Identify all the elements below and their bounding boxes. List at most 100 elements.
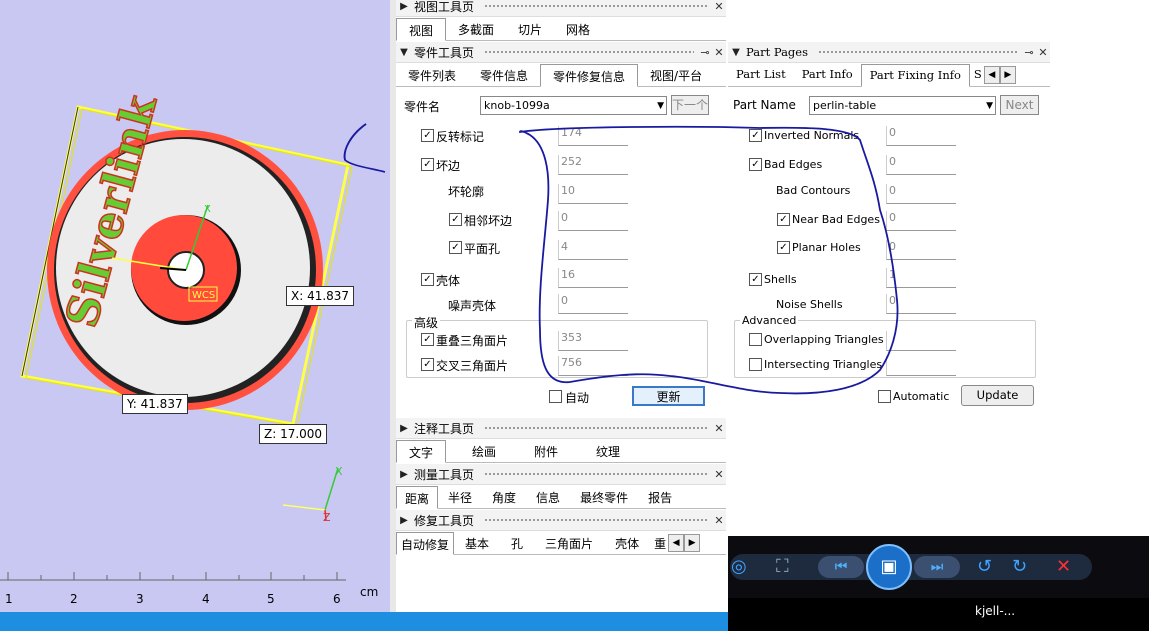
dropdown-arrow-icon: ▼ xyxy=(657,101,664,111)
next-part-button[interactable]: 下一个 xyxy=(671,95,709,115)
tab-triangles[interactable]: 三角面片 xyxy=(534,532,604,554)
close-icon[interactable]: ✕ xyxy=(1036,46,1050,59)
part-name-select[interactable]: knob-1099a ▼ xyxy=(480,96,667,115)
tab-part-info[interactable]: 零件信息 xyxy=(468,64,540,86)
tab-multi-section[interactable]: 多截面 xyxy=(446,18,506,40)
close-icon[interactable]: ✕ xyxy=(712,422,726,435)
update-button[interactable]: 更新 xyxy=(632,386,705,406)
expand-arrow-icon[interactable]: ▶ xyxy=(396,423,412,434)
close-icon[interactable]: ✕ xyxy=(712,0,726,13)
tab-part-list[interactable]: 零件列表 xyxy=(396,64,468,86)
3d-viewport[interactable]: Silverlink X WCS X Z X: 41.837 Y: 41.837… xyxy=(0,0,391,612)
rotate-left-icon[interactable]: ↺ xyxy=(977,556,992,577)
tab-scroll-left-icon[interactable]: ◀ xyxy=(668,534,685,552)
tab-holes[interactable]: 孔 xyxy=(500,532,534,554)
tab-mesh[interactable]: 网格 xyxy=(554,18,602,40)
auto-label: 自动 xyxy=(565,391,590,405)
collapse-arrow-icon[interactable]: ▼ xyxy=(396,47,412,58)
bad-edges-checkbox[interactable]: ✓ xyxy=(421,158,434,171)
tab-distance[interactable]: 距离 xyxy=(396,486,439,509)
automatic-label: Automatic xyxy=(893,390,950,403)
near-bad-edges-checkbox[interactable]: ✓ xyxy=(777,213,790,226)
close-icon[interactable]: ✕ xyxy=(712,468,726,481)
tab-part-info[interactable]: Part Info xyxy=(794,64,861,86)
taskbar-window-label[interactable]: kjell-... xyxy=(975,604,1015,618)
tab-scroll-right-icon[interactable]: ▶ xyxy=(999,66,1016,84)
previous-button[interactable]: ⏮ xyxy=(818,556,864,578)
slideshow-button[interactable]: ▣ xyxy=(866,544,912,590)
tab-slice[interactable]: 切片 xyxy=(506,18,554,40)
row-label: 壳体 xyxy=(436,274,461,288)
planar-holes-checkbox[interactable]: ✓ xyxy=(777,241,790,254)
pin-icon[interactable]: ⊸ xyxy=(1022,46,1036,59)
tab-final-part[interactable]: 最终零件 xyxy=(570,486,638,508)
advanced-title: Advanced xyxy=(740,314,799,327)
tab-part-fixing-info[interactable]: 零件修复信息 xyxy=(540,64,639,87)
tab-report[interactable]: 报告 xyxy=(638,486,682,508)
tab-more[interactable]: S xyxy=(970,64,984,86)
overlapping-triangles-checkbox[interactable] xyxy=(749,333,762,346)
pin-icon[interactable]: ⊸ xyxy=(698,46,712,59)
coord-x-label: X: 41.837 xyxy=(286,286,355,306)
expand-arrow-icon[interactable]: ▶ xyxy=(396,469,412,480)
row-label: Bad Contours xyxy=(776,184,851,197)
tab-radius[interactable]: 半径 xyxy=(438,486,482,508)
view-mode-icon[interactable]: ◎ xyxy=(731,556,747,577)
tab-texture[interactable]: 纹理 xyxy=(570,440,632,462)
svg-text:Z: Z xyxy=(323,511,331,524)
update-button[interactable]: Update xyxy=(961,385,1034,406)
tab-scroll-right-icon[interactable]: ▶ xyxy=(684,534,701,552)
row-label: 坏轮廓 xyxy=(448,185,485,199)
view-tools-header[interactable]: ▶ 视图工具页 ✕ xyxy=(396,0,726,17)
row-value: 0 xyxy=(558,211,628,231)
repair-tools-header[interactable]: ▶ 修复工具页 ✕ xyxy=(396,510,726,531)
annotation-tools-header[interactable]: ▶ 注释工具页 ✕ xyxy=(396,418,726,439)
intersecting-triangles-checkbox[interactable]: ✓ xyxy=(421,358,434,371)
svg-text:X: X xyxy=(204,204,211,215)
tab-draw[interactable]: 绘画 xyxy=(446,440,508,462)
collapse-arrow-icon[interactable]: ▼ xyxy=(728,47,744,58)
near-bad-edges-checkbox[interactable]: ✓ xyxy=(449,213,462,226)
bad-edges-checkbox[interactable]: ✓ xyxy=(749,158,762,171)
tab-angle[interactable]: 角度 xyxy=(482,486,526,508)
overlapping-triangles-checkbox[interactable]: ✓ xyxy=(421,333,434,346)
rotate-right-icon[interactable]: ↻ xyxy=(1012,556,1027,577)
tab-scroll-left-icon[interactable]: ◀ xyxy=(983,66,1000,84)
shells-checkbox[interactable]: ✓ xyxy=(749,273,762,286)
expand-arrow-icon[interactable]: ▶ xyxy=(396,515,412,526)
svg-text:WCS: WCS xyxy=(192,290,215,301)
next-part-button[interactable]: Next xyxy=(1000,95,1039,115)
ruler-label: 2 xyxy=(70,592,78,606)
tab-view-platform[interactable]: 视图/平台 xyxy=(638,64,714,86)
part-pages-header[interactable]: ▼ Part Pages ⊸ ✕ xyxy=(728,42,1050,63)
tab-attachment[interactable]: 附件 xyxy=(508,440,570,462)
tab-shells[interactable]: 壳体 xyxy=(604,532,650,554)
automatic-checkbox[interactable] xyxy=(878,390,891,403)
row-label: Overlapping Triangles xyxy=(764,333,884,346)
close-icon[interactable]: ✕ xyxy=(712,46,726,59)
tab-info[interactable]: 信息 xyxy=(526,486,570,508)
inverted-normals-checkbox[interactable]: ✓ xyxy=(749,129,762,142)
tab-part-fixing-info[interactable]: Part Fixing Info xyxy=(860,64,970,87)
tab-auto-repair[interactable]: 自动修复 xyxy=(396,532,455,555)
fit-screen-icon[interactable]: ⛶ xyxy=(776,556,789,577)
advanced-title: 高级 xyxy=(412,314,441,331)
auto-checkbox[interactable] xyxy=(549,390,562,403)
measure-tools-header[interactable]: ▶ 测量工具页 ✕ xyxy=(396,464,726,485)
part-name-select[interactable]: perlin-table ▼ xyxy=(809,96,996,115)
intersecting-triangles-checkbox[interactable] xyxy=(749,358,762,371)
tab-more[interactable]: 重 xyxy=(650,532,668,554)
inverted-normals-checkbox[interactable]: ✓ xyxy=(421,129,434,142)
tab-view[interactable]: 视图 xyxy=(396,18,447,41)
close-icon[interactable]: ✕ xyxy=(712,514,726,527)
tab-part-list[interactable]: Part List xyxy=(728,64,794,86)
tab-basic[interactable]: 基本 xyxy=(454,532,500,554)
planar-holes-checkbox[interactable]: ✓ xyxy=(449,241,462,254)
shells-checkbox[interactable]: ✓ xyxy=(421,273,434,286)
expand-arrow-icon[interactable]: ▶ xyxy=(396,1,412,12)
row-value: 174 xyxy=(558,126,628,146)
tab-text[interactable]: 文字 xyxy=(396,440,447,463)
delete-icon[interactable]: ✕ xyxy=(1056,556,1071,577)
next-button[interactable]: ⏭ xyxy=(914,556,960,578)
part-tools-header[interactable]: ▼ 零件工具页 ⊸ ✕ xyxy=(396,42,726,63)
